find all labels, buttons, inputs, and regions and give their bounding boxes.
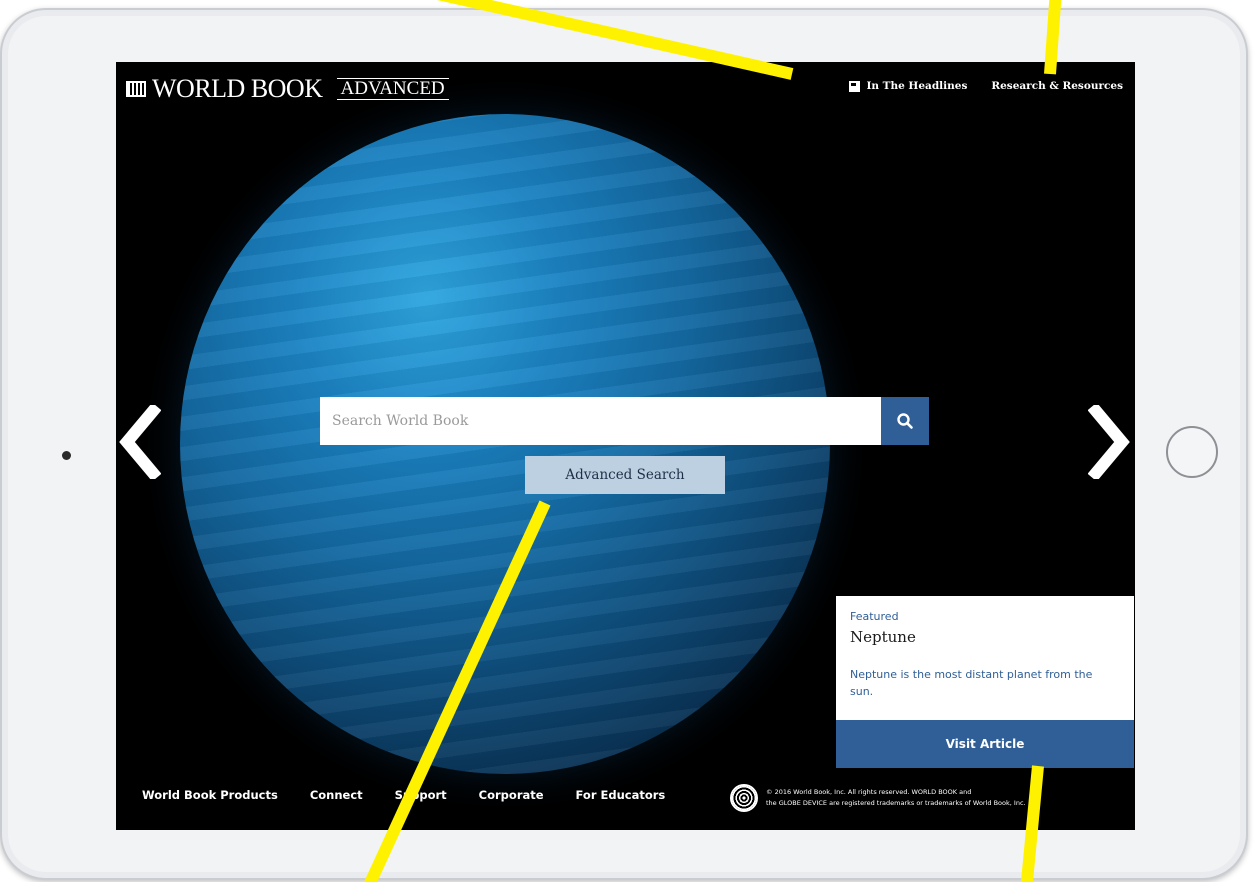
footer-nav: World Book Products Connect Support Corp… [142, 788, 665, 802]
nav-label: In The Headlines [866, 80, 968, 92]
nav-in-the-headlines[interactable]: In The Headlines [849, 80, 967, 92]
footer-link-corporate[interactable]: Corporate [479, 788, 544, 802]
newspaper-icon [849, 80, 861, 92]
copyright-line-1: © 2016 World Book, Inc. All rights reser… [766, 788, 972, 796]
footer-link-connect[interactable]: Connect [310, 788, 363, 802]
visit-article-button[interactable]: Visit Article [836, 720, 1134, 768]
featured-card: Featured Neptune Neptune is the most dis… [836, 596, 1134, 768]
nav-label: Research & Resources [991, 80, 1123, 92]
search-bar [320, 397, 929, 445]
copyright-text: © 2016 World Book, Inc. All rights reser… [766, 787, 1135, 809]
search-icon [897, 413, 913, 429]
copyright-notice: © 2016 World Book, Inc. All rights reser… [730, 784, 1135, 812]
front-camera [62, 451, 71, 460]
carousel-prev-button[interactable] [116, 397, 168, 487]
home-button[interactable] [1166, 426, 1218, 478]
screen: WORLD BOOK ADVANCED In The Headlines Res… [116, 62, 1135, 830]
world-book-logo-icon [126, 81, 146, 97]
brand-name: WORLD BOOK [152, 74, 323, 103]
copyright-line-2: the GLOBE DEVICE are registered trademar… [766, 799, 1026, 807]
nav-research-resources[interactable]: Research & Resources [991, 80, 1123, 92]
chevron-left-icon [119, 402, 162, 482]
featured-description: Neptune is the most distant planet from … [850, 668, 1093, 698]
globe-device-icon [730, 784, 758, 812]
featured-kicker: Featured [850, 610, 899, 623]
brand-edition: ADVANCED [336, 78, 449, 100]
search-input[interactable] [320, 397, 881, 445]
search-button[interactable] [881, 397, 929, 445]
footer-link-educators[interactable]: For Educators [576, 788, 666, 802]
footer-link-support[interactable]: Support [395, 788, 447, 802]
carousel-next-button[interactable] [1081, 397, 1135, 487]
brand-logo[interactable]: WORLD BOOK ADVANCED [126, 76, 449, 102]
advanced-search-button[interactable]: Advanced Search [525, 456, 725, 494]
chevron-right-icon [1087, 402, 1130, 482]
footer-link-products[interactable]: World Book Products [142, 788, 278, 802]
featured-title[interactable]: Neptune [850, 628, 916, 646]
top-navigation: In The Headlines Research & Resources [849, 80, 1123, 92]
